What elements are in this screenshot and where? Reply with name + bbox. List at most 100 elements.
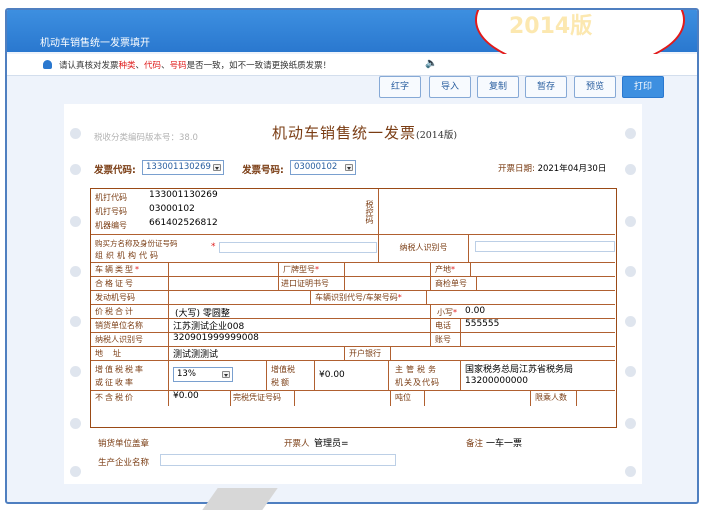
version-callout-text: 2014版 (509, 14, 593, 39)
issuer-label: 开票人 (284, 439, 310, 449)
tax-control-cell (379, 189, 615, 235)
vat-rate-label-1: 增值税税率 (95, 365, 145, 374)
machine-no-label: 机打号码 (95, 207, 127, 216)
customs-cell[interactable] (295, 391, 391, 406)
perforation-hole (70, 266, 81, 277)
perforation-hole (625, 316, 636, 327)
red-invoice-button[interactable]: 红字 (379, 76, 421, 98)
preview-button[interactable]: 预览 (574, 76, 616, 98)
total-label: 价税合计 (91, 305, 169, 319)
machine-no: 03000102 (149, 204, 195, 214)
import-cert-cell[interactable] (345, 277, 431, 291)
buyer-label-1: 购买方名称及身份证号码 (95, 239, 178, 248)
notice-text: 请认真核对发票种类、代码、号码是否一致，如不一致请更换纸质发票！ (59, 61, 332, 71)
small-label: 小写* (437, 308, 457, 317)
seller-name: 江苏测试企业008 (169, 319, 431, 333)
app-window: 机动车销售统一发票填开 2014版 请认真核对发票种类、代码、号码是否一致，如不… (5, 8, 699, 504)
engine-no-label: 发动机号码 (91, 291, 169, 305)
perforation-hole (70, 216, 81, 227)
inspection-no-cell[interactable] (477, 277, 615, 291)
perforation-hole (70, 128, 81, 139)
tax-office-name: 国家税务总局江苏省税务局 (465, 365, 574, 375)
cert-no-label: 合格证号 (91, 277, 169, 291)
engine-no-cell[interactable] (169, 291, 311, 305)
tax-office-label-2: 机关及代码 (395, 378, 440, 387)
buyer-tid-input[interactable] (475, 241, 615, 252)
perforation-hole (70, 418, 81, 429)
tonnage-cell[interactable] (425, 391, 531, 406)
perforation-hole (70, 164, 81, 175)
speaker-icon[interactable]: 🔈 (425, 58, 437, 69)
import-cert-label: 进口证明书号 (279, 277, 345, 291)
perforation-hole (625, 266, 636, 277)
vin-label: 车辆识别代号/车架号码* (311, 291, 427, 305)
invoice-code-label: 发票代码: (94, 165, 136, 176)
customs-label: 完税凭证号码 (231, 391, 295, 406)
address: 测试测测试 (169, 347, 345, 361)
brand-model-label: 厂牌型号* (279, 263, 345, 277)
perforation-hole (70, 466, 81, 477)
vin-cell[interactable] (427, 291, 615, 305)
total-small-cell (431, 305, 615, 319)
machine-code: 133001130269 (149, 190, 218, 200)
phone-label: 电话 (431, 319, 461, 333)
chevron-down-icon (213, 164, 221, 171)
brand-model-cell[interactable] (345, 263, 431, 277)
vat-rate-select[interactable]: 13% (173, 367, 233, 382)
inspection-no-label: 商检单号 (431, 277, 477, 291)
machine-id-label: 机器编号 (95, 221, 127, 230)
tax-control-label: 税控码 (359, 189, 379, 235)
invoice-paper: 税收分类编码版本号：38.0 机动车销售统一发票(2014版) 发票代码: 13… (64, 104, 642, 484)
invoice-code-select[interactable]: 133001130269 (142, 160, 224, 175)
small-value: 0.00 (465, 306, 486, 316)
invoice-no-label: 发票号码: (242, 165, 284, 176)
issuer: 管理员= (314, 439, 349, 449)
vehicle-type-cell[interactable] (169, 263, 279, 277)
buyer-label-2: 组织机构代码 (95, 251, 161, 260)
account-cell (461, 333, 615, 347)
save-draft-button[interactable]: 暂存 (525, 76, 567, 98)
manufacturer-input[interactable] (160, 454, 396, 466)
bank-cell (391, 347, 615, 361)
tax-code-version: 税收分类编码版本号：38.0 (94, 133, 198, 143)
cert-no-cell[interactable] (169, 277, 279, 291)
perforation-hole (625, 128, 636, 139)
pretax: ¥0.00 (169, 391, 231, 406)
pretax-label: 不含税价 (91, 391, 169, 406)
perforation-hole (625, 466, 636, 477)
capacity-label: 限乘人数 (531, 391, 577, 406)
capacity-cell[interactable] (577, 391, 615, 406)
buyer-tid-label: 纳税人识别号 (379, 235, 469, 263)
invoice-grid: 机打代码 133001130269 机打号码 03000102 机器编号 661… (90, 188, 617, 428)
chevron-down-icon (222, 371, 230, 378)
vat-amount-label-1: 增值税 (271, 365, 295, 374)
perforation-hole (625, 164, 636, 175)
origin-cell[interactable] (471, 263, 615, 277)
vat-amount-label-2: 税额 (271, 378, 291, 387)
remark-label: 备注 (466, 439, 484, 449)
perforation-hole (70, 366, 81, 377)
tonnage-label: 吨位 (391, 391, 425, 406)
vehicle-type-label: 车辆类型* (91, 263, 169, 277)
copy-button[interactable]: 复制 (477, 76, 519, 98)
vat-amount: ¥0.00 (319, 370, 345, 380)
invoice-no-select[interactable]: 03000102 (290, 160, 356, 175)
origin-label: 产地* (431, 263, 471, 277)
manufacturer-label: 生产企业名称 (98, 458, 150, 468)
perforation-hole (625, 418, 636, 429)
tax-office-label-1: 主管税务 (395, 365, 439, 374)
bank-label: 开户银行 (345, 347, 391, 361)
required-star: * (211, 242, 216, 252)
tax-office-code: 13200000000 (465, 376, 528, 386)
notice-bar: 请认真核对发票种类、代码、号码是否一致，如不一致请更换纸质发票！ 🔈 (7, 54, 697, 76)
invoice-title: 机动车销售统一发票(2014版) (272, 124, 458, 142)
chevron-down-icon (345, 164, 353, 171)
issue-date: 开票日期: 2021年04月30日 (498, 164, 607, 174)
perforation-hole (70, 316, 81, 327)
print-button[interactable]: 打印 (622, 76, 664, 98)
buyer-name-input[interactable] (219, 242, 377, 253)
total-upper: (大写) 零圆整 (175, 309, 230, 319)
perforation-hole (625, 216, 636, 227)
import-button[interactable]: 导入 (429, 76, 471, 98)
phone: 555555 (461, 319, 615, 333)
